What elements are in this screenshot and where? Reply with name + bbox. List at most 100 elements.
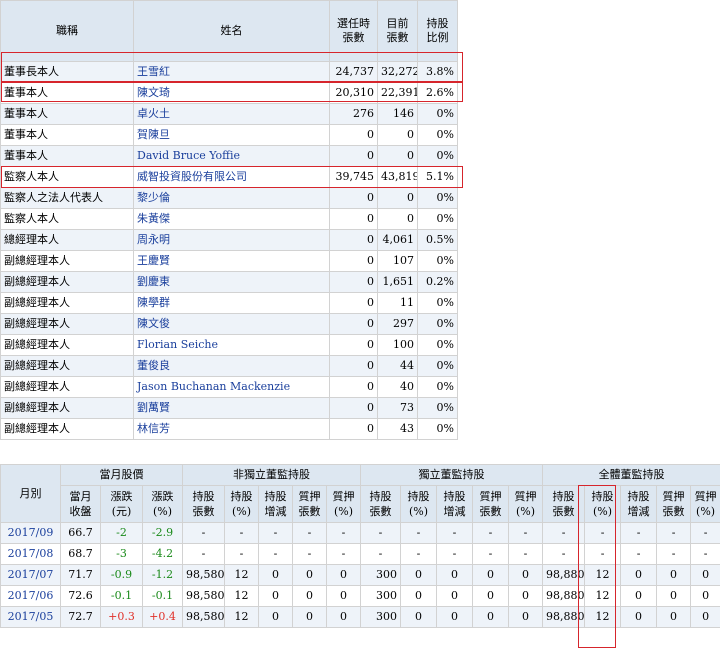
holder-name-link[interactable]: Florian Seiche <box>137 338 218 351</box>
holder-name-link[interactable]: 劉慶東 <box>137 275 170 288</box>
all-holding-cell: 0 <box>620 606 658 628</box>
holder-title: 監察人本人 <box>0 166 134 188</box>
non-ind-holding-cell: - <box>292 543 327 565</box>
ind-holding-cell: 0 <box>472 606 510 628</box>
holder-current: 44 <box>377 355 418 377</box>
holder-ratio: 0% <box>417 355 458 377</box>
holder-title: 副總經理本人 <box>0 313 134 335</box>
holder-row: 副總經理本人 林信芳 0 43 0% <box>0 418 458 440</box>
holder-ratio: 0% <box>417 208 458 230</box>
holder-title: 副總經理本人 <box>0 376 134 398</box>
holder-at-election: 0 <box>329 418 378 440</box>
ind-holding-cell: 0 <box>436 606 474 628</box>
holder-ratio: 5.1% <box>417 166 458 188</box>
holder-name: 陳學群 <box>133 292 330 314</box>
holder-current: 22,391 <box>377 82 418 104</box>
holder-name: 林信芳 <box>133 418 330 440</box>
holder-current: 43,819 <box>377 166 418 188</box>
all-holding-cell: 0 <box>656 564 692 586</box>
holder-row: 董事本人 賀陳旦 0 0 0% <box>0 124 458 146</box>
price-change-pct: -0.1 <box>142 585 183 607</box>
non-ind-holding-cell: 0 <box>258 564 293 586</box>
holder-name: 威智投資股份有限公司 <box>133 166 330 188</box>
month-cell: 2017/09 <box>0 522 61 544</box>
sub-header-holding: 持股 (%) <box>584 485 622 523</box>
month-link[interactable]: 2017/07 <box>8 568 54 581</box>
holder-at-election: 0 <box>329 250 378 272</box>
ind-holding-cell: 300 <box>360 606 402 628</box>
holder-name-link[interactable]: 劉萬賢 <box>137 401 170 414</box>
holder-name-link[interactable]: 陳學群 <box>137 296 170 309</box>
holder-current: 0 <box>377 208 418 230</box>
non-ind-holding-cell: 98,580 <box>182 564 225 586</box>
holder-name: 王慶賢 <box>133 250 330 272</box>
non-ind-holding-cell: 0 <box>325 585 362 607</box>
monthly-group-header-row: 月別 當月股價 非獨立董監持股 獨立董監持股 全體董監持股 <box>0 464 720 523</box>
month-link[interactable]: 2017/09 <box>8 526 54 539</box>
price-change: +0.3 <box>100 606 143 628</box>
holder-name-link[interactable]: 陳文俊 <box>137 317 170 330</box>
header-independent-group: 獨立董監持股 <box>360 464 544 486</box>
holder-name: 卓火土 <box>133 103 330 125</box>
holder-name: 王雪紅 <box>133 61 330 83</box>
holder-row: 副總經理本人 陳學群 0 11 0% <box>0 292 458 314</box>
holder-name: 陳文俊 <box>133 313 330 335</box>
holder-ratio: 3.8% <box>417 61 458 83</box>
monthly-row: 2017/06 72.6 -0.1 -0.1 98,580 12 0 0 0 300 0 0 0 0 98,… <box>0 585 720 607</box>
all-holding-cell: 0 <box>656 585 692 607</box>
holder-row: 副總經理本人 Florian Seiche 0 100 0% <box>0 334 458 356</box>
holder-ratio: 0% <box>417 418 458 440</box>
all-holding-cell: - <box>584 543 622 565</box>
non-ind-holding-cell: 12 <box>224 606 259 628</box>
holder-name-link[interactable]: 朱黃傑 <box>137 212 170 225</box>
holder-name-link[interactable]: Jason Buchanan Mackenzie <box>137 380 290 393</box>
holder-name-link[interactable]: 陳文琦 <box>137 86 170 99</box>
holder-at-election: 39,745 <box>329 166 378 188</box>
sub-header-holding: 質押 張數 <box>656 485 692 523</box>
holder-at-election: 24,737 <box>329 61 378 83</box>
holder-name-link[interactable]: 王慶賢 <box>137 254 170 267</box>
month-link[interactable]: 2017/08 <box>8 547 54 560</box>
holder-name-link[interactable]: David Bruce Yoffie <box>137 149 240 162</box>
non-ind-holding-cell: 12 <box>224 564 259 586</box>
all-holding-cell: 0 <box>620 585 658 607</box>
all-holding-cell: - <box>542 543 586 565</box>
all-holding-cell: - <box>584 522 622 544</box>
all-holding-cell: 12 <box>584 606 622 628</box>
holder-name-link[interactable]: 卓火土 <box>137 107 170 120</box>
header-ratio: 持股 比例 <box>417 0 458 62</box>
holder-name-link[interactable]: 林信芳 <box>137 422 170 435</box>
holder-name-link[interactable]: 董俊良 <box>137 359 170 372</box>
holder-current: 11 <box>377 292 418 314</box>
holder-name: 陳文琦 <box>133 82 330 104</box>
holder-name-link[interactable]: 黎少倫 <box>137 191 170 204</box>
ind-holding-cell: - <box>360 543 402 565</box>
month-link[interactable]: 2017/06 <box>8 589 54 602</box>
holder-at-election: 276 <box>329 103 378 125</box>
holder-title: 董事本人 <box>0 145 134 167</box>
sub-header-holding: 質押 張數 <box>292 485 327 523</box>
price-change: -3 <box>100 543 143 565</box>
holder-ratio: 0% <box>417 397 458 419</box>
price-change-pct: -2.9 <box>142 522 183 544</box>
holder-at-election: 0 <box>329 145 378 167</box>
holder-at-election: 0 <box>329 313 378 335</box>
month-link[interactable]: 2017/05 <box>8 610 54 623</box>
ind-holding-cell: 0 <box>508 585 544 607</box>
monthly-holdings-table: 月別 當月股價 非獨立董監持股 獨立董監持股 全體董監持股 當月 收盤 漲跌 (元) 漲… <box>0 464 720 628</box>
header-at-election: 選任時 張數 <box>329 0 378 62</box>
holder-name-link[interactable]: 賀陳旦 <box>137 128 170 141</box>
all-holding-cell: 0 <box>690 564 720 586</box>
holder-name-link[interactable]: 王雪紅 <box>137 65 170 78</box>
holder-row: 副總經理本人 劉慶東 0 1,651 0.2% <box>0 271 458 293</box>
holder-ratio: 0% <box>417 124 458 146</box>
holder-name-link[interactable]: 威智投資股份有限公司 <box>137 170 247 183</box>
all-holding-cell: 0 <box>620 564 658 586</box>
holder-row: 總經理本人 周永明 0 4,061 0.5% <box>0 229 458 251</box>
header-month: 月別 <box>0 464 61 523</box>
holder-name-link[interactable]: 周永明 <box>137 233 170 246</box>
holder-row: 監察人本人 威智投資股份有限公司 39,745 43,819 5.1% <box>0 166 458 188</box>
ind-holding-cell: 0 <box>472 585 510 607</box>
sub-header-holding: 持股 張數 <box>182 485 225 523</box>
sub-header-holding: 持股 增減 <box>620 485 658 523</box>
